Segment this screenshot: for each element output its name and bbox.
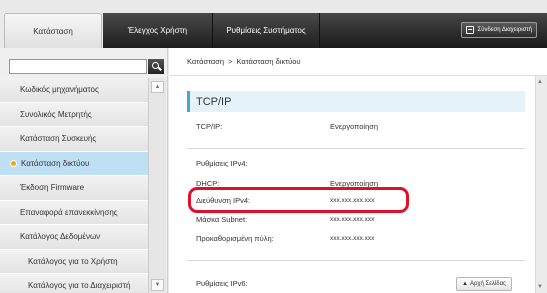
sidebar-item-list-for-admin[interactable]: Κατάλογος για το Διαχειριστή bbox=[0, 274, 148, 293]
sidebar-item-network-status[interactable]: Κατάσταση δικτύου bbox=[0, 151, 148, 176]
main-content: TCP/IP TCP/IP: Ενεργοποίηση Ρυθμίσεις IP… bbox=[169, 76, 535, 293]
search-icon bbox=[151, 62, 159, 69]
gateway-row: Προκαθορισμένη πύλη: xxx.xxx.xxx.xxx bbox=[196, 234, 516, 243]
page-top-button[interactable]: ▲ Αρχή Σελίδας bbox=[456, 277, 512, 291]
sidebar-item-reset-restart[interactable]: Επαναφορά επανεκκίνησης bbox=[0, 200, 148, 225]
tab-system-settings[interactable]: Ρυθμίσεις Συστήματος bbox=[213, 13, 320, 48]
scroll-down-icon[interactable]: ▼ bbox=[537, 284, 543, 290]
highlight-outline bbox=[188, 187, 409, 213]
admin-login-label: Σύνδεση Διαχειριστή bbox=[477, 27, 532, 33]
tab-status[interactable]: Κατάσταση bbox=[4, 13, 102, 48]
divider bbox=[187, 148, 525, 149]
gateway-label: Προκαθορισμένη πύλη: bbox=[196, 234, 274, 243]
sidebar-nav: Κωδικός μηχανήματος Συνολικός Μετρητής Κ… bbox=[0, 78, 148, 293]
dhcp-row: DHCP: Ενεργοποίηση bbox=[196, 179, 516, 187]
search-input[interactable] bbox=[9, 59, 147, 74]
tab-user-control[interactable]: Έλεγχος Χρήστη bbox=[103, 13, 213, 48]
tcpip-value: Ενεργοποίηση bbox=[330, 122, 379, 131]
scroll-up-icon[interactable]: ▲ bbox=[537, 79, 543, 85]
page-top-label: Αρχή Σελίδας bbox=[469, 281, 506, 287]
ipv4-settings-row: Ρυθμίσεις IPv4: bbox=[196, 159, 516, 168]
subnet-value: xxx.xxx.xxx.xxx bbox=[330, 216, 375, 223]
active-indicator-icon bbox=[10, 159, 17, 167]
breadcrumb: Κατάσταση > Κατάσταση δικτύου bbox=[169, 48, 547, 76]
sidebar-item-device-status[interactable]: Κατάσταση Συσκευής bbox=[0, 127, 148, 152]
tcpip-label: TCP/IP: bbox=[196, 122, 223, 131]
sidebar-item-total-counter[interactable]: Συνολικός Μετρητής bbox=[0, 102, 148, 127]
breadcrumb-root[interactable]: Κατάσταση bbox=[187, 57, 224, 66]
arrow-up-icon: ▲ bbox=[462, 281, 468, 287]
divider bbox=[187, 260, 525, 261]
top-tab-bar: Κατάσταση Έλεγχος Χρήστη Ρυθμίσεις Συστή… bbox=[0, 0, 547, 48]
ipv6-settings-label: Ρυθμίσεις IPv6: bbox=[196, 279, 248, 288]
sidebar-item-machine-code[interactable]: Κωδικός μηχανήματος bbox=[0, 78, 148, 103]
sidebar-item-data-list[interactable]: Κατάλογος Δεδομένων bbox=[0, 225, 148, 250]
sidebar-item-firmware-version[interactable]: Έκδοση Firmware bbox=[0, 176, 148, 201]
dhcp-label: DHCP: bbox=[196, 179, 220, 187]
breadcrumb-separator: > bbox=[228, 57, 233, 66]
gateway-value: xxx.xxx.xxx.xxx bbox=[330, 235, 375, 242]
scroll-down-icon[interactable]: ▼ bbox=[151, 279, 164, 291]
admin-login-button[interactable]: Σύνδεση Διαχειριστή bbox=[461, 22, 537, 38]
sidebar-scrollbar[interactable]: ▲ ▼ bbox=[148, 78, 166, 293]
ipv4-settings-label: Ρυθμίσεις IPv4: bbox=[196, 159, 248, 168]
sidebar-item-list-for-user[interactable]: Κατάλογος για το Χρήστη bbox=[0, 249, 148, 274]
scroll-up-icon[interactable]: ▲ bbox=[151, 81, 164, 93]
sidebar-item-label: Κατάσταση δικτύου bbox=[21, 158, 90, 168]
sidebar: Κωδικός μηχανήματος Συνολικός Μετρητής Κ… bbox=[0, 48, 168, 293]
tcpip-row: TCP/IP: Ενεργοποίηση bbox=[196, 122, 516, 131]
dhcp-value: Ενεργοποίηση bbox=[330, 179, 379, 187]
breadcrumb-current: Κατάσταση δικτύου bbox=[236, 57, 301, 66]
login-icon bbox=[466, 26, 475, 34]
section-title: TCP/IP bbox=[187, 91, 525, 112]
subnet-row: Μάσκα Subnet: xxx.xxx.xxx.xxx bbox=[196, 215, 516, 224]
subnet-label: Μάσκα Subnet: bbox=[196, 215, 248, 224]
search-button[interactable] bbox=[148, 59, 164, 74]
main-scrollbar[interactable]: ▲ ▼ bbox=[535, 76, 547, 293]
